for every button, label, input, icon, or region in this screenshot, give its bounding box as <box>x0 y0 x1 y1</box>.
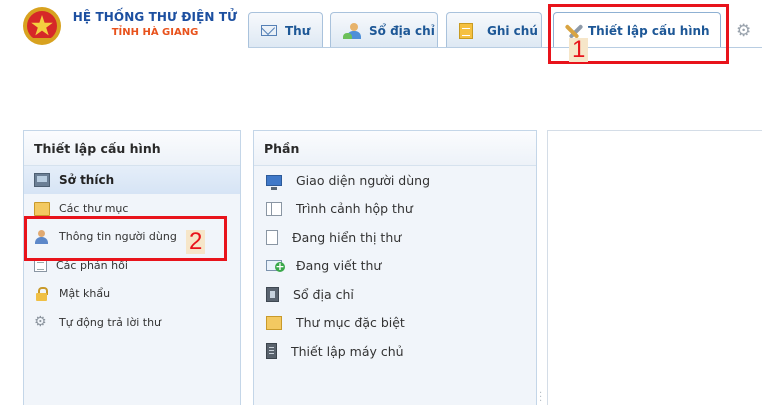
section-auto-reply[interactable]: ⚙ Tự động trả lời thư <box>24 308 240 336</box>
section-responses-label: Các phản hồi <box>56 258 128 272</box>
pref-server-settings-label: Thiết lập máy chủ <box>291 343 404 359</box>
section-password-label: Mật khẩu <box>59 287 111 301</box>
mail-icon <box>261 25 277 36</box>
folder-icon <box>34 201 50 216</box>
pref-displaying-messages-label: Đang hiển thị thư <box>292 229 402 245</box>
lock-icon <box>34 286 50 301</box>
section-responses[interactable]: Các phản hồi <box>24 251 240 279</box>
brand-title-line2: TỈNH HÀ GIANG <box>111 27 199 38</box>
preferences-content-panel <box>547 130 762 405</box>
pref-special-folders-label: Thư mục đặc biệt <box>296 315 405 331</box>
preferences-sections-list: Giao diện người dùng Trình cảnh hộp thư … <box>254 166 536 366</box>
document-icon <box>34 258 47 273</box>
special-folder-icon <box>266 315 282 330</box>
annotation-number-2: 2 <box>186 230 206 254</box>
pref-displaying-messages[interactable]: Đang hiển thị thư <box>254 223 536 252</box>
tab-mail[interactable]: Thư <box>248 12 323 48</box>
pref-address-book[interactable]: Sổ địa chỉ <box>254 280 536 309</box>
settings-panel-title: Thiết lập cấu hình <box>24 131 240 166</box>
section-user-info[interactable]: Thông tin người dùng <box>24 223 240 251</box>
page-icon <box>266 229 278 245</box>
preferences-sections-panel: Phần Giao diện người dùng Trình cảnh hộp… <box>253 130 537 405</box>
pref-user-interface[interactable]: Giao diện người dùng <box>254 166 536 195</box>
server-icon <box>266 343 277 360</box>
section-password[interactable]: Mật khẩu <box>24 280 240 308</box>
settings-sections-list: Sở thích Các thư mục Thông tin người dùn… <box>24 166 240 336</box>
sections-panel-title: Phần <box>254 131 536 166</box>
section-auto-reply-label: Tự động trả lời thư <box>59 315 162 329</box>
section-folders[interactable]: Các thư mục <box>24 194 240 222</box>
section-user-info-label: Thông tin người dùng <box>59 230 177 244</box>
tab-settings-label: Thiết lập cấu hình <box>588 23 710 38</box>
settings-sections-panel: Thiết lập cấu hình Sở thích Các thư mục … <box>23 130 241 405</box>
tab-contacts-label: Sổ địa chỉ <box>369 23 435 38</box>
pref-mailbox-view-label: Trình cảnh hộp thư <box>296 201 413 217</box>
contacts-icon <box>343 22 361 39</box>
monitor-icon <box>266 174 282 190</box>
brand-title: HỆ THỐNG THƯ ĐIỆN TỬ TỈNH HÀ GIANG <box>70 10 240 38</box>
brand-title-line1: HỆ THỐNG THƯ ĐIỆN TỬ <box>72 10 238 24</box>
pref-mailbox-view[interactable]: Trình cảnh hộp thư <box>254 195 536 224</box>
pref-special-folders[interactable]: Thư mục đặc biệt <box>254 309 536 338</box>
address-book-icon <box>266 286 279 302</box>
pref-composing-messages-label: Đang viết thư <box>296 258 382 274</box>
compose-icon <box>266 260 285 273</box>
pref-composing-messages[interactable]: Đang viết thư <box>254 252 536 281</box>
annotation-number-1: 1 <box>569 38 589 62</box>
gear-icon: ⚙ <box>34 314 47 331</box>
note-icon <box>459 22 473 39</box>
user-icon <box>34 229 50 244</box>
section-preferences[interactable]: Sở thích <box>24 166 240 195</box>
preferences-icon <box>34 173 50 188</box>
layout-icon <box>266 201 282 216</box>
tab-contacts[interactable]: Sổ địa chỉ <box>330 12 438 48</box>
tab-mail-label: Thư <box>285 23 311 38</box>
gear-icon[interactable]: ⚙ <box>736 22 754 40</box>
section-folders-label: Các thư mục <box>59 202 129 216</box>
pref-server-settings[interactable]: Thiết lập máy chủ <box>254 337 536 366</box>
tab-notes-label: Ghi chú <box>487 23 538 38</box>
panel-resize-handle[interactable]: · · · <box>539 389 545 405</box>
pref-user-interface-label: Giao diện người dùng <box>296 172 431 188</box>
pref-address-book-label: Sổ địa chỉ <box>293 286 354 302</box>
tab-bar-divider <box>248 47 762 48</box>
tab-notes[interactable]: Ghi chú <box>446 12 542 48</box>
national-emblem-icon <box>23 7 61 45</box>
section-preferences-label: Sở thích <box>59 173 115 188</box>
